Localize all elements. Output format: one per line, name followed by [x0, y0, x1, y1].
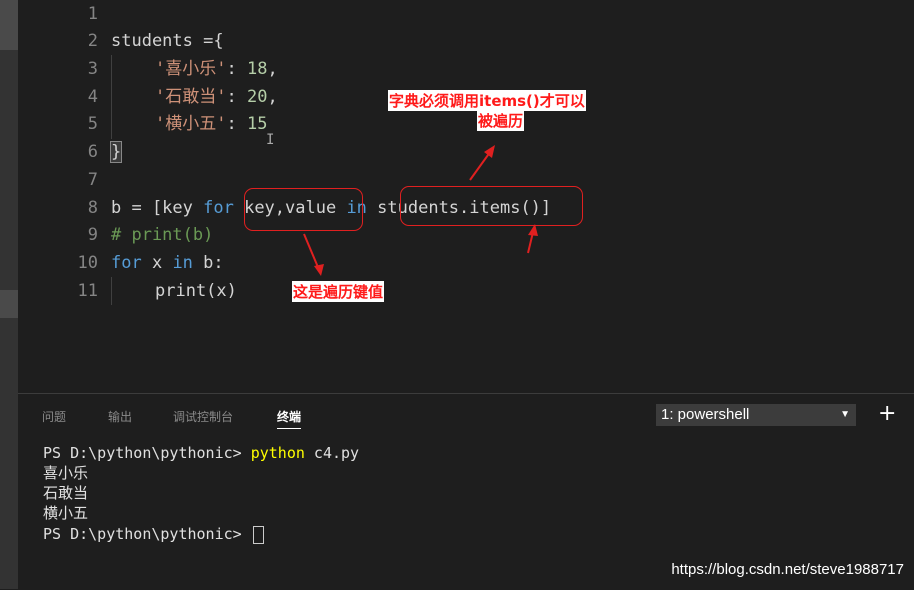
terminal-select-value: 1: powershell	[661, 406, 750, 423]
line-number: 7	[87, 170, 98, 190]
line-number: 5	[87, 114, 98, 134]
code-line-11: print(x)	[155, 281, 237, 301]
line-number: 2	[87, 31, 98, 51]
activity-item-explorer[interactable]	[0, 0, 18, 50]
highlight-box-items	[400, 186, 583, 226]
code-line-4: '石敢当': 20,	[155, 87, 278, 107]
line-number: 1	[87, 4, 98, 24]
arrow-head	[484, 145, 495, 158]
line-number: 11	[77, 281, 98, 301]
annotation-keyvalue-note: 这是遍历键值	[292, 281, 385, 302]
code-line-9: # print(b)	[111, 225, 214, 245]
annotation-items-note-line1: 字典必须调用items()才可以	[388, 90, 586, 111]
terminal-line: 横小五	[43, 504, 89, 522]
indent-guide	[111, 55, 112, 139]
line-number: 8	[87, 198, 98, 218]
add-terminal-icon[interactable]: +	[878, 402, 896, 426]
tab-terminal[interactable]: 终端	[277, 408, 302, 429]
code-line-2: students ={	[111, 31, 224, 51]
terminal-line: 石敢当	[43, 484, 89, 502]
activity-item-active[interactable]	[0, 290, 18, 318]
code-line-6: }	[109, 141, 123, 163]
code-line-3: '喜小乐': 18,	[155, 59, 278, 79]
code-editor[interactable]: 1 2 3 4 5 6 7 8 9 10 11 students ={ '喜小乐…	[18, 0, 914, 393]
annotation-items-note-line2: 被遍历	[477, 110, 525, 131]
terminal-line: 喜小乐	[43, 464, 89, 482]
code-line-5: '横小五': 15	[155, 114, 268, 134]
line-number: 6	[87, 142, 98, 162]
watermark: https://blog.csdn.net/steve1988717	[671, 561, 904, 578]
tab-problems[interactable]: 问题	[42, 408, 66, 425]
highlight-box-keyvalue	[244, 188, 363, 231]
tab-debug-console[interactable]: 调试控制台	[173, 408, 233, 425]
text-cursor-icon: I	[266, 132, 275, 148]
line-number: 10	[77, 253, 98, 273]
activity-bar	[0, 0, 18, 589]
indent-guide	[111, 277, 112, 305]
arrow-to-keyvalue-note	[303, 233, 321, 273]
arrow-to-items-box	[527, 227, 535, 254]
chevron-down-icon: ▼	[840, 409, 850, 420]
terminal-select[interactable]: 1: powershell ▼	[656, 404, 856, 426]
arrow-head	[314, 264, 324, 276]
terminal-line: PS D:\python\pythonic> python c4.py	[43, 444, 360, 462]
terminal-cursor	[252, 525, 264, 544]
arrow-to-items-note	[469, 147, 494, 181]
line-number: 3	[87, 59, 98, 79]
code-line-10: for x in b:	[111, 253, 224, 273]
line-number: 4	[87, 87, 98, 107]
line-number: 9	[87, 225, 98, 245]
terminal-prompt[interactable]: PS D:\python\pythonic>	[43, 524, 264, 544]
tab-output[interactable]: 输出	[108, 408, 132, 425]
